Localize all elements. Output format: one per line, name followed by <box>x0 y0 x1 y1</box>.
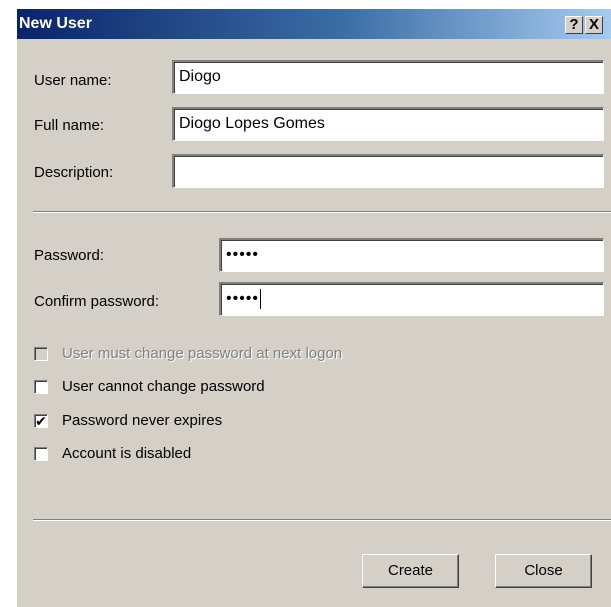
must-change-checkbox <box>34 347 48 361</box>
separator-top <box>33 211 611 213</box>
password-field[interactable]: ••••• <box>219 238 604 272</box>
fullname-label: Full name: <box>34 117 104 134</box>
must-change-label: User must change password at next logon <box>62 345 343 362</box>
description-field[interactable] <box>172 154 604 188</box>
description-label-text: Description: <box>34 164 114 181</box>
password-label: Password: <box>34 247 104 264</box>
create-button[interactable]: Create <box>362 554 459 588</box>
cannot-change-checkbox[interactable] <box>34 380 48 394</box>
username-label-text: User name: <box>34 72 112 89</box>
cannot-change-label[interactable]: User cannot change password <box>62 378 265 395</box>
never-expires-checkbox[interactable]: ✔ <box>34 414 48 428</box>
text-caret <box>260 288 262 309</box>
fullname-field[interactable]: Diogo Lopes Gomes <box>172 107 604 141</box>
never-expires-label[interactable]: Password never expires <box>62 412 222 429</box>
close-button[interactable]: Close <box>495 554 592 588</box>
close-icon[interactable]: X <box>585 16 603 34</box>
account-disabled-checkbox[interactable] <box>34 447 48 461</box>
title-bar[interactable]: New User ? X <box>17 9 611 39</box>
username-label: User name: <box>34 72 112 89</box>
description-label: Description: <box>34 164 113 181</box>
confirm-password-label-text: Confirm password: <box>34 293 160 310</box>
help-button[interactable]: ? <box>565 16 583 34</box>
confirm-password-label: Confirm password: <box>34 293 159 310</box>
confirm-password-value: ••••• <box>226 290 260 307</box>
new-user-dialog: New User ? X User name: Diogo Full name:… <box>17 9 611 607</box>
account-disabled-label[interactable]: Account is disabled <box>62 445 191 462</box>
fullname-label-text: Full name: <box>34 117 105 134</box>
confirm-password-field[interactable]: ••••• <box>219 282 604 316</box>
checkmark-icon: ✔ <box>35 413 47 429</box>
window-title: New User <box>19 15 92 32</box>
username-field[interactable]: Diogo <box>172 60 604 94</box>
separator-bottom <box>33 519 611 521</box>
password-label-text: Password: <box>34 247 105 264</box>
